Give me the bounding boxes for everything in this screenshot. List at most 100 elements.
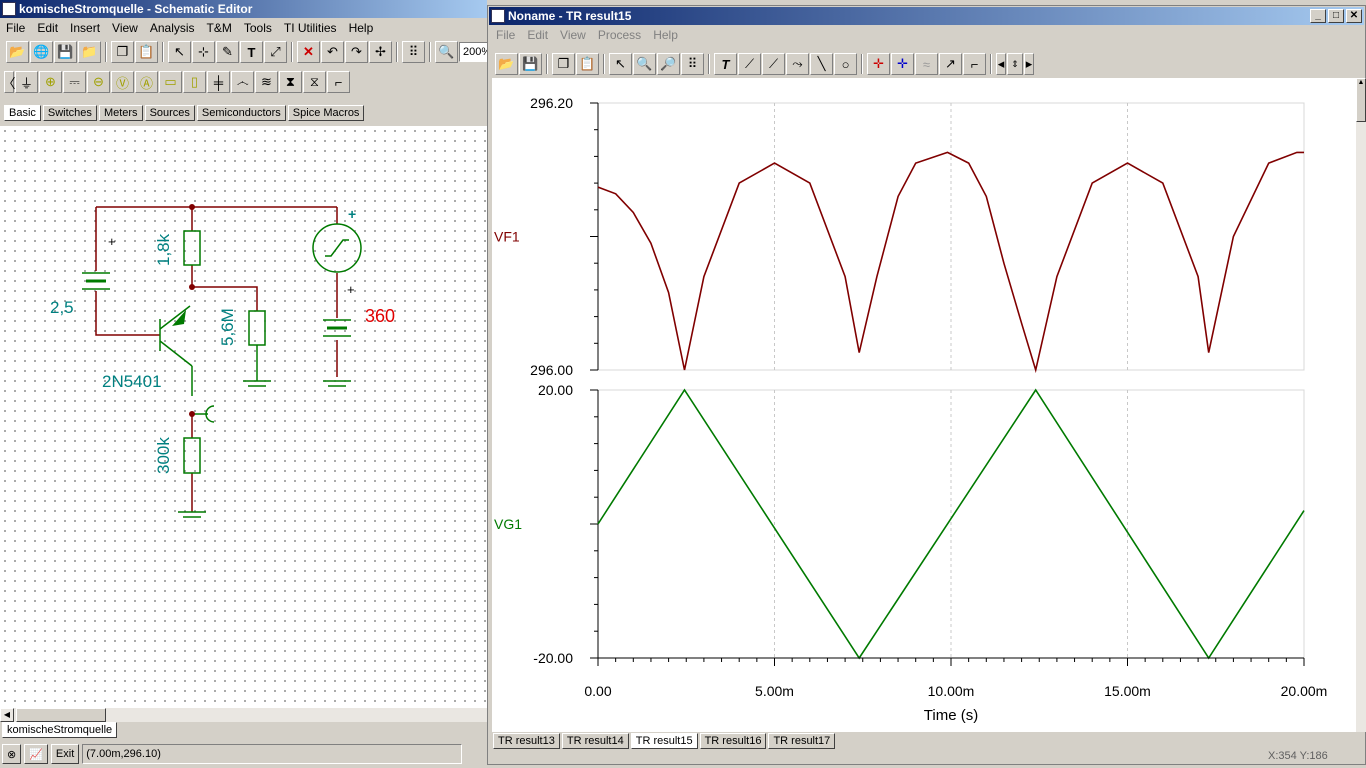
tab-tr-result13[interactable]: TR result13 <box>493 733 560 749</box>
exit-button[interactable]: Exit <box>50 744 80 764</box>
nav-left-icon[interactable]: ◂ <box>996 53 1006 75</box>
curves-icon[interactable]: ≈ <box>915 53 938 75</box>
redo-icon[interactable]: ↷ <box>345 41 368 63</box>
minimize-icon[interactable]: _ <box>1310 9 1326 23</box>
coupled-inductor-icon[interactable]: ≋ <box>255 71 278 93</box>
menu-process[interactable]: Process <box>592 28 647 42</box>
grid-icon[interactable]: ⠿ <box>681 53 704 75</box>
paste-icon[interactable]: 📋 <box>135 41 158 63</box>
switch-icon[interactable]: ⌐ <box>327 71 350 93</box>
capacitor-icon[interactable]: ╪ <box>207 71 230 93</box>
menu-insert[interactable]: Insert <box>64 21 106 35</box>
copy-icon[interactable]: ❐ <box>111 41 134 63</box>
menu-edit[interactable]: Edit <box>521 28 554 42</box>
zoom-icon[interactable]: 🔍 <box>435 41 458 63</box>
schematic-titlebar: komischeStromquelle - Schematic Editor <box>0 0 487 18</box>
menu-tm[interactable]: T&M <box>201 21 238 35</box>
chart-icon[interactable]: 📈 <box>24 744 48 764</box>
menu-analysis[interactable]: Analysis <box>144 21 201 35</box>
doc-tab[interactable]: komischeStromquelle <box>2 722 118 738</box>
tab-tr-result14[interactable]: TR result14 <box>561 733 629 749</box>
tab-tr-result16[interactable]: TR result16 <box>699 733 767 749</box>
marker-b-icon[interactable]: ✛ <box>891 53 914 75</box>
tab-semiconductors[interactable]: Semiconductors <box>196 105 286 121</box>
transformer-icon[interactable]: ⧗ <box>279 71 302 93</box>
marker-a-icon[interactable]: ✛ <box>867 53 890 75</box>
flag-icon[interactable]: ⌐ <box>963 53 986 75</box>
junction-icon[interactable]: ✢ <box>369 41 392 63</box>
menu-tools[interactable]: Tools <box>238 21 278 35</box>
plot-area[interactable]: 296.20 296.00 VF1 20.00 -20.00 VG1 0.00 5.00m 10… <box>492 78 1356 732</box>
folder-icon[interactable]: 📁 <box>78 41 101 63</box>
voltage-source-icon[interactable]: ⊕ <box>39 71 62 93</box>
scroll-left-icon[interactable]: ◀ <box>0 708 14 722</box>
resistor-icon[interactable]: ▭ <box>159 71 182 93</box>
undo-icon[interactable]: ↶ <box>321 41 344 63</box>
menu-ti-utilities[interactable]: TI Utilities <box>278 21 343 35</box>
menu-file[interactable]: File <box>490 28 521 42</box>
battery-plus: + <box>108 234 116 249</box>
separator <box>105 42 107 62</box>
graph-icon[interactable]: ⤢ <box>264 41 287 63</box>
tab-sources[interactable]: Sources <box>144 105 195 121</box>
menu-file[interactable]: File <box>0 21 31 35</box>
battery-icon[interactable]: ⎓ <box>63 71 86 93</box>
tab-switches[interactable]: Switches <box>42 105 97 121</box>
maximize-icon[interactable]: □ <box>1328 9 1344 23</box>
menu-help[interactable]: Help <box>343 21 380 35</box>
scroll-left-icon[interactable]: 〈 <box>3 71 16 93</box>
menu-view[interactable]: View <box>554 28 592 42</box>
menu-edit[interactable]: Edit <box>31 21 64 35</box>
tab-tr-result15[interactable]: TR result15 <box>630 733 698 749</box>
open-icon[interactable]: 📂 <box>495 53 518 75</box>
ground-icon[interactable]: ⏚ <box>15 71 38 93</box>
line-icon[interactable]: ╲ <box>810 53 833 75</box>
select-arrow-icon[interactable]: ↖ <box>609 53 632 75</box>
circle-icon[interactable]: ○ <box>834 53 857 75</box>
schematic-hscroll[interactable]: ◀ <box>0 708 487 722</box>
wire-icon[interactable]: ⊹ <box>192 41 215 63</box>
zoom-select[interactable]: 200% <box>459 42 491 62</box>
cursor-b-icon[interactable]: ⟋ <box>762 53 785 75</box>
nav-right-icon[interactable]: ▸ <box>1024 53 1034 75</box>
delete-icon[interactable]: ✕ <box>297 41 320 63</box>
tab-spice-macros[interactable]: Spice Macros <box>287 105 365 121</box>
grid-icon[interactable]: ⠿ <box>402 41 425 63</box>
voltmeter-icon[interactable]: Ⓥ <box>111 71 134 93</box>
tab-tr-result17[interactable]: TR result17 <box>768 733 836 749</box>
resistor-mid-label: 5,6M <box>218 308 237 346</box>
tab-meters[interactable]: Meters <box>98 105 143 121</box>
nav-updown-icon[interactable]: ⇕ <box>1007 53 1023 75</box>
circuit-icon[interactable]: ⊗ <box>2 744 22 764</box>
ammeter-icon[interactable]: Ⓐ <box>135 71 158 93</box>
zoom-in-icon[interactable]: 🔍 <box>633 53 656 75</box>
current-source-icon[interactable]: ⊖ <box>87 71 110 93</box>
cursor-c-icon[interactable]: ⤳ <box>786 53 809 75</box>
menu-help[interactable]: Help <box>647 28 684 42</box>
copy-icon[interactable]: ❐ <box>552 53 575 75</box>
pointer-icon[interactable]: ↗ <box>939 53 962 75</box>
close-icon[interactable]: ✕ <box>1346 9 1362 23</box>
pen-icon[interactable]: ✎ <box>216 41 239 63</box>
zoom-100-icon[interactable]: 🔎 <box>657 53 680 75</box>
menu-view[interactable]: View <box>106 21 144 35</box>
paste-icon[interactable]: 📋 <box>576 53 599 75</box>
text-icon[interactable]: T <box>240 41 263 63</box>
scroll-up-icon[interactable]: ▲ <box>1356 78 1366 122</box>
plot-vscroll[interactable]: ▲ <box>1356 78 1366 732</box>
web-icon[interactable]: 🌐 <box>30 41 53 63</box>
scroll-thumb[interactable] <box>16 708 106 722</box>
save-icon[interactable]: 💾 <box>519 53 542 75</box>
text-icon[interactable]: T <box>714 53 737 75</box>
transformer2-icon[interactable]: ⧖ <box>303 71 326 93</box>
select-arrow-icon[interactable]: ↖ <box>168 41 191 63</box>
y-axis-label: VG1 <box>494 516 522 532</box>
x-axis-label: Time (s) <box>924 707 978 724</box>
open-icon[interactable]: 📂 <box>6 41 29 63</box>
inductor-icon[interactable]: ෴ <box>231 71 254 93</box>
cursor-a-icon[interactable]: ⟋ <box>738 53 761 75</box>
resistor-vertical-icon[interactable]: ▯ <box>183 71 206 93</box>
save-icon[interactable]: 💾 <box>54 41 77 63</box>
schematic-canvas[interactable]: 2,5 + 1,8k 5,6M 2N5401 300k + + 360 <box>0 126 487 708</box>
tab-basic[interactable]: Basic <box>4 105 41 121</box>
